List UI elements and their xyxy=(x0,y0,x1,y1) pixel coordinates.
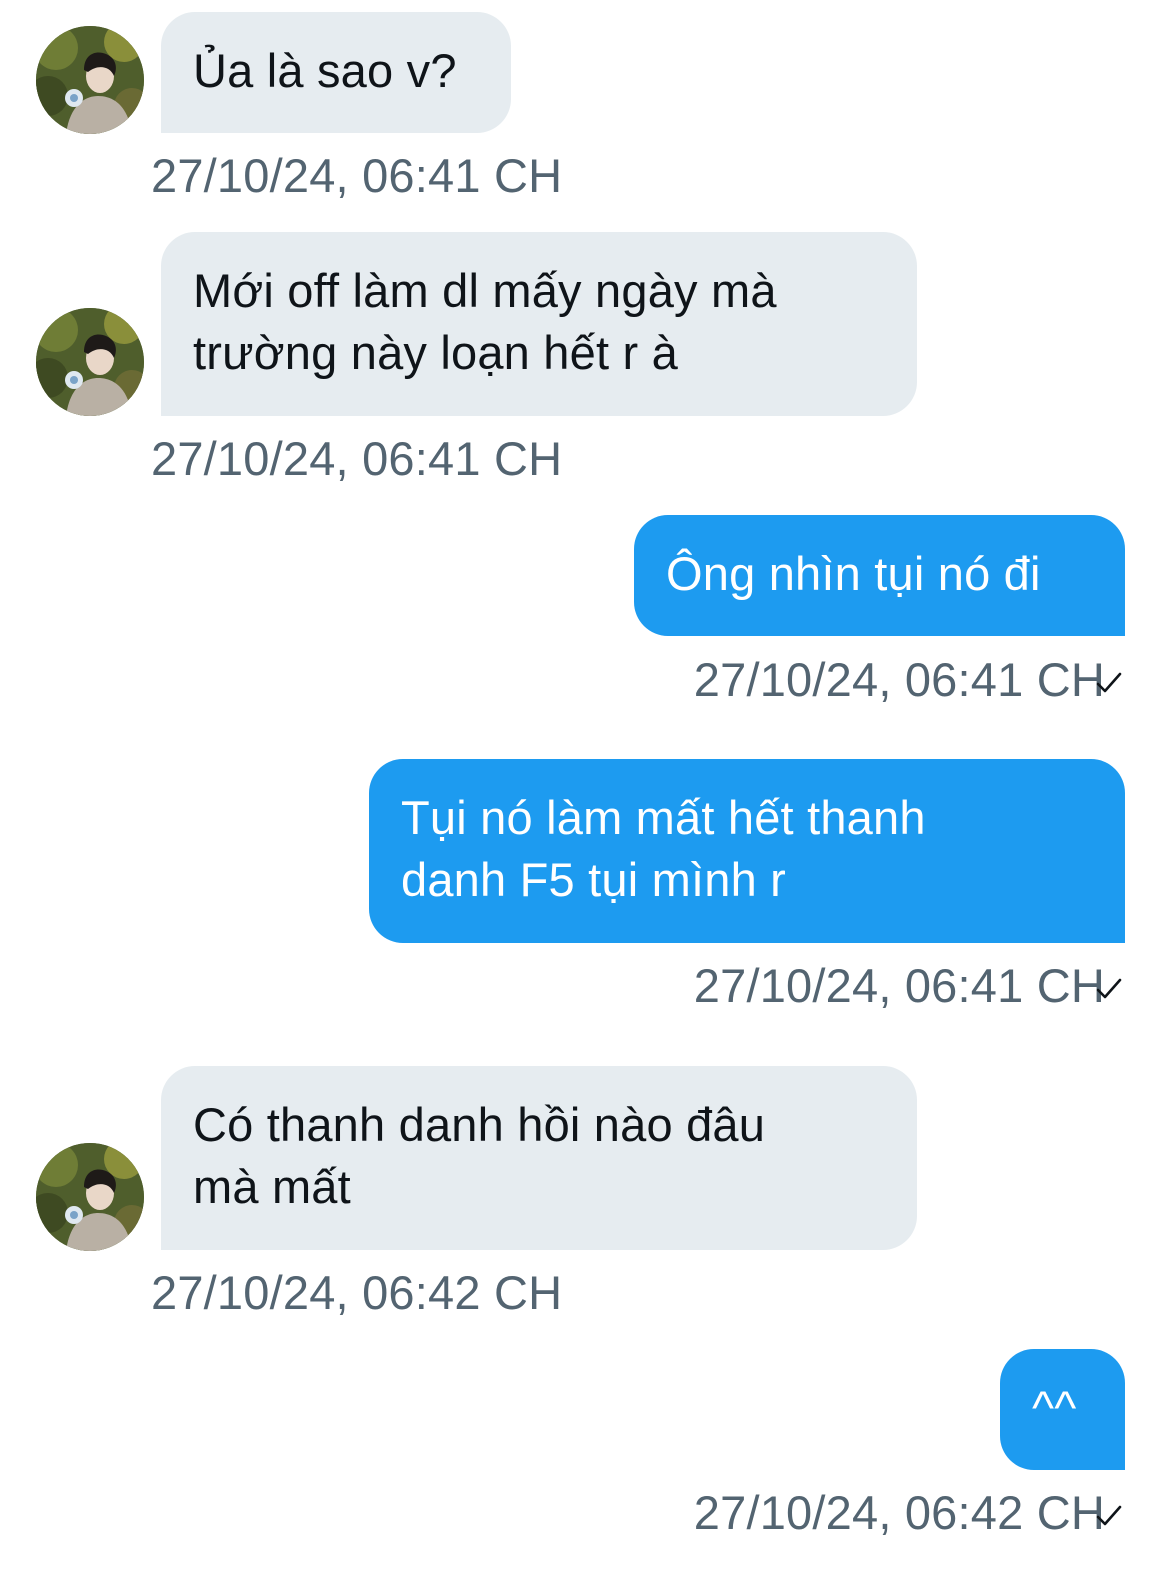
avatar[interactable] xyxy=(36,308,144,416)
message-timestamp: 27/10/24, 06:41 CH xyxy=(693,653,1105,706)
message-text: Ông nhìn tụi nó đi xyxy=(666,547,1041,600)
message-bubble[interactable]: Tụi nó làm mất hết thanh danh F5 tụi mìn… xyxy=(369,759,1125,943)
avatar[interactable] xyxy=(36,26,144,134)
checkmark-icon xyxy=(1096,978,1122,999)
message-text: Ủa là sao v? xyxy=(193,44,457,97)
message-bubble[interactable]: Mới off làm dl mấy ngày mà trường này lo… xyxy=(161,232,917,416)
message-text: Mới off làm dl mấy ngày mà xyxy=(193,264,777,317)
message-text: ^^ xyxy=(1032,1381,1077,1434)
message-bubble[interactable]: Ủa là sao v? xyxy=(161,12,511,133)
message-text: trường này loạn hết r à xyxy=(193,326,678,379)
message-bubble[interactable]: Có thanh danh hồi nào đâu mà mất xyxy=(161,1066,917,1250)
message-text: Tụi nó làm mất hết thanh xyxy=(401,791,926,844)
message-timestamp: 27/10/24, 06:41 CH xyxy=(151,432,563,485)
checkmark-icon xyxy=(1096,672,1122,693)
message-text: mà mất xyxy=(193,1160,351,1213)
checkmark-icon xyxy=(1096,1505,1122,1526)
avatar[interactable] xyxy=(36,1143,144,1251)
message-text: Có thanh danh hồi nào đâu xyxy=(193,1098,766,1151)
message-timestamp: 27/10/24, 06:42 CH xyxy=(693,1486,1105,1539)
message-bubble[interactable]: ^^ xyxy=(1000,1349,1125,1470)
message-text: danh F5 tụi mình r xyxy=(401,853,787,906)
message-timestamp: 27/10/24, 06:42 CH xyxy=(151,1266,563,1319)
message-timestamp: 27/10/24, 06:41 CH xyxy=(693,959,1105,1012)
message-bubble[interactable]: Ông nhìn tụi nó đi xyxy=(634,515,1125,636)
message-timestamp: 27/10/24, 06:41 CH xyxy=(151,149,563,202)
